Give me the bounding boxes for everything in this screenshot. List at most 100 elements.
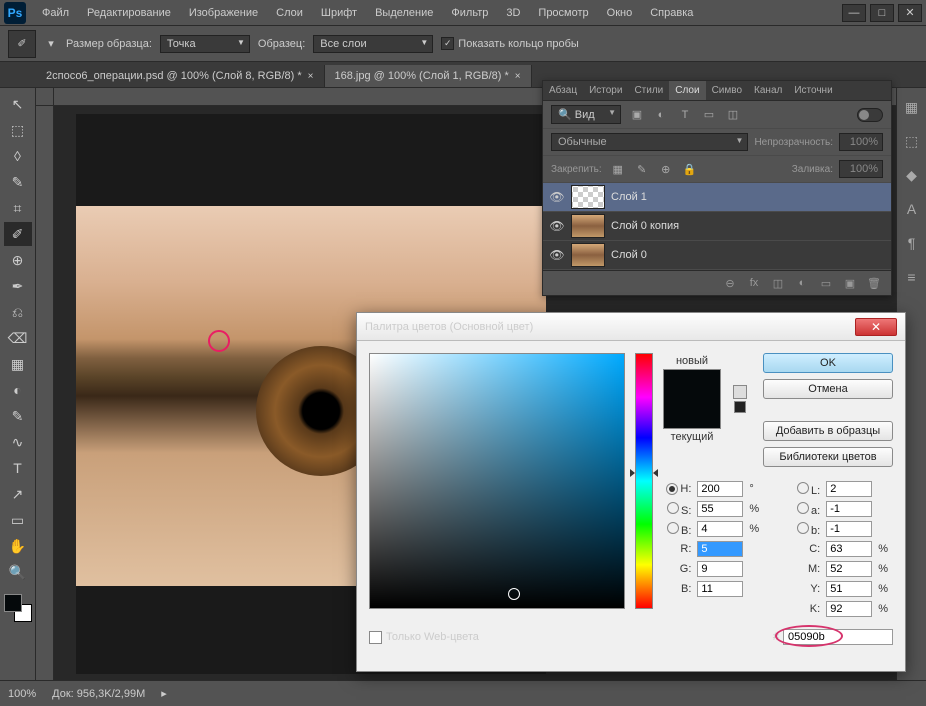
menu-3d[interactable]: 3D bbox=[498, 3, 528, 23]
bb-input[interactable] bbox=[697, 581, 743, 597]
tool-7[interactable]: ✒ bbox=[4, 274, 32, 298]
a-input[interactable] bbox=[826, 501, 872, 517]
layer-row[interactable]: 👁Слой 1 bbox=[543, 183, 891, 212]
filter-icon-1[interactable]: ◐ bbox=[651, 107, 671, 123]
layer-action-5[interactable]: ▣ bbox=[841, 275, 859, 291]
g-input[interactable] bbox=[697, 561, 743, 577]
layer-action-6[interactable]: 🗑 bbox=[865, 275, 883, 291]
close-button[interactable]: ✕ bbox=[855, 318, 897, 336]
menu-редактирование[interactable]: Редактирование bbox=[79, 3, 179, 23]
color-picker-dialog[interactable]: Палитра цветов (Основной цвет) ✕ новый т… bbox=[356, 312, 906, 672]
tool-3[interactable]: ✎ bbox=[4, 170, 32, 194]
ok-button[interactable]: OK bbox=[763, 353, 893, 373]
color-cursor[interactable] bbox=[508, 588, 520, 600]
filter-toggle[interactable] bbox=[857, 108, 883, 122]
close-button[interactable]: ✕ bbox=[898, 4, 922, 22]
show-ring-option[interactable]: ✓ Показать кольцо пробы bbox=[441, 37, 579, 50]
panel-tab-Слои[interactable]: Слои bbox=[669, 81, 705, 100]
tool-13[interactable]: ∿ bbox=[4, 430, 32, 454]
dialog-titlebar[interactable]: Палитра цветов (Основной цвет) ✕ bbox=[357, 313, 905, 341]
ruler-vertical[interactable] bbox=[36, 106, 54, 680]
h-radio[interactable] bbox=[666, 483, 678, 495]
tool-17[interactable]: ✋ bbox=[4, 534, 32, 558]
sample-layers-select[interactable]: Все слои bbox=[313, 35, 433, 53]
bv-radio[interactable] bbox=[667, 522, 679, 534]
fill-value[interactable]: 100% bbox=[839, 160, 883, 178]
tool-1[interactable]: ⬚ bbox=[4, 118, 32, 142]
panel-tab-Абзац[interactable]: Абзац bbox=[543, 81, 583, 100]
menu-шрифт[interactable]: Шрифт bbox=[313, 3, 365, 23]
tool-14[interactable]: T bbox=[4, 456, 32, 480]
web-only-checkbox[interactable]: Только Web-цвета bbox=[369, 631, 479, 644]
panel-tab-Стили[interactable]: Стили bbox=[628, 81, 669, 100]
tool-12[interactable]: ✎ bbox=[4, 404, 32, 428]
tool-0[interactable]: ↖ bbox=[4, 92, 32, 116]
dock-icon-0[interactable]: ▦ bbox=[901, 96, 923, 118]
tool-9[interactable]: ⌫ bbox=[4, 326, 32, 350]
k-input[interactable] bbox=[826, 601, 872, 617]
b-radio[interactable] bbox=[797, 522, 809, 534]
menu-слои[interactable]: Слои bbox=[268, 3, 311, 23]
lock-icon-1[interactable]: ✎ bbox=[632, 161, 652, 177]
h-input[interactable] bbox=[697, 481, 743, 497]
gamut-warning-icon[interactable] bbox=[733, 385, 747, 399]
panel-tab-Источни[interactable]: Источни bbox=[788, 81, 838, 100]
cancel-button[interactable]: Отмена bbox=[763, 379, 893, 399]
layer-action-4[interactable]: ▭ bbox=[817, 275, 835, 291]
b-input[interactable] bbox=[826, 521, 872, 537]
checkbox-icon[interactable] bbox=[369, 631, 382, 644]
add-swatch-button[interactable]: Добавить в образцы bbox=[763, 421, 893, 441]
layer-action-3[interactable]: ◐ bbox=[793, 275, 811, 291]
layer-name[interactable]: Слой 0 копия bbox=[611, 220, 679, 232]
y-input[interactable] bbox=[826, 581, 872, 597]
visibility-icon[interactable]: 👁 bbox=[549, 248, 565, 262]
close-icon[interactable]: × bbox=[515, 71, 521, 82]
color-libraries-button[interactable]: Библиотеки цветов bbox=[763, 447, 893, 467]
tool-11[interactable]: ◐ bbox=[4, 378, 32, 402]
layer-kind-select[interactable]: 🔍 Вид bbox=[551, 105, 621, 124]
tool-8[interactable]: ⎌ bbox=[4, 300, 32, 324]
bv-input[interactable] bbox=[697, 521, 743, 537]
color-swatches[interactable] bbox=[4, 594, 32, 622]
doc-tab-0[interactable]: 2спосо6_операции.psd @ 100% (Слой 8, RGB… bbox=[36, 65, 325, 87]
menu-окно[interactable]: Окно bbox=[599, 3, 641, 23]
r-input[interactable] bbox=[697, 541, 743, 557]
menu-выделение[interactable]: Выделение bbox=[367, 3, 441, 23]
layer-action-2[interactable]: ◫ bbox=[769, 275, 787, 291]
tool-2[interactable]: ◊ bbox=[4, 144, 32, 168]
opacity-value[interactable]: 100% bbox=[839, 133, 883, 151]
s-input[interactable] bbox=[697, 501, 743, 517]
tool-4[interactable]: ⌗ bbox=[4, 196, 32, 220]
maximize-button[interactable]: □ bbox=[870, 4, 894, 22]
checkbox-icon[interactable]: ✓ bbox=[441, 37, 454, 50]
panel-tab-Истори[interactable]: Истори bbox=[583, 81, 628, 100]
eyedropper-tool-icon[interactable]: ✐ bbox=[8, 30, 36, 58]
layer-action-1[interactable]: fx bbox=[745, 275, 763, 291]
websafe-swatch[interactable] bbox=[734, 401, 746, 413]
doc-tab-1[interactable]: 168.jpg @ 100% (Слой 1, RGB/8) *× bbox=[325, 65, 532, 87]
current-color-swatch[interactable] bbox=[664, 399, 720, 428]
s-radio[interactable] bbox=[667, 502, 679, 514]
l-input[interactable] bbox=[826, 481, 872, 497]
dock-icon-5[interactable]: ≡ bbox=[901, 266, 923, 288]
tool-10[interactable]: ▦ bbox=[4, 352, 32, 376]
menu-фильтр[interactable]: Фильтр bbox=[443, 3, 496, 23]
visibility-icon[interactable]: 👁 bbox=[549, 190, 565, 204]
a-radio[interactable] bbox=[797, 502, 809, 514]
c-input[interactable] bbox=[826, 541, 872, 557]
chevron-right-icon[interactable]: ▸ bbox=[161, 687, 167, 700]
layers-panel[interactable]: АбзацИсториСтилиСлоиСимвоКаналИсточни 🔍 … bbox=[542, 80, 892, 296]
lock-icon-2[interactable]: ⊕ bbox=[656, 161, 676, 177]
tool-5[interactable]: ✐ bbox=[4, 222, 32, 246]
filter-icon-2[interactable]: T bbox=[675, 107, 695, 123]
l-radio[interactable] bbox=[797, 482, 809, 494]
layer-thumbnail[interactable] bbox=[571, 185, 605, 209]
layer-thumbnail[interactable] bbox=[571, 214, 605, 238]
filter-icon-4[interactable]: ◫ bbox=[723, 107, 743, 123]
tool-18[interactable]: 🔍 bbox=[4, 560, 32, 584]
dock-icon-1[interactable]: ⬚ bbox=[901, 130, 923, 152]
blend-mode-select[interactable]: Обычные bbox=[551, 133, 748, 151]
panel-tab-Канал[interactable]: Канал bbox=[748, 81, 788, 100]
hue-slider[interactable] bbox=[635, 353, 653, 609]
tool-6[interactable]: ⊕ bbox=[4, 248, 32, 272]
